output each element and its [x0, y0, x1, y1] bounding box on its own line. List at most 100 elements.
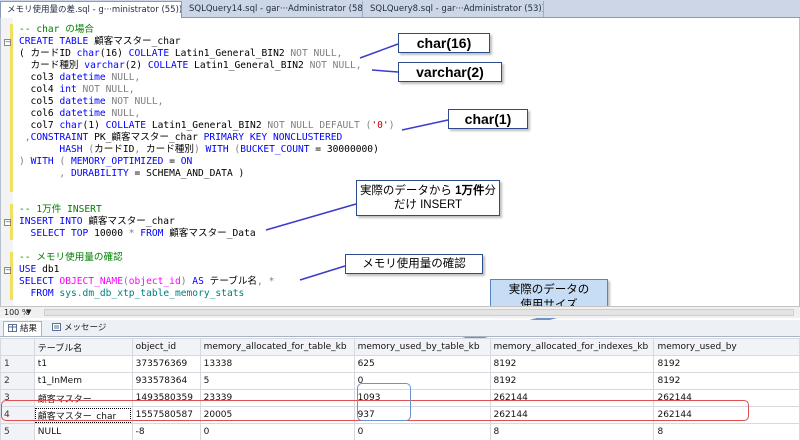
code-line: col7 char(1) COLLATE Latin1_General_BIN2…	[19, 120, 395, 132]
tab-messages[interactable]: メッセージ	[48, 321, 110, 336]
fold-toggle-icon[interactable]: −	[4, 267, 11, 274]
identifier: dm_db_xtp_table_memory_stats	[82, 288, 245, 299]
identifier: Latin1_General_BIN2	[188, 60, 310, 71]
punct: ,	[134, 108, 141, 119]
code-line: col5 datetime NOT NULL,	[19, 96, 164, 108]
tab-sqlquery14[interactable]: SQLQuery14.sql - gar···Administrator (58…	[183, 1, 363, 17]
column-header[interactable]: object_id	[131, 338, 201, 356]
keyword: char	[59, 120, 83, 131]
identifier: テーブル名	[203, 276, 258, 287]
table-cell[interactable]: 8	[489, 423, 655, 440]
grid-corner[interactable]	[0, 338, 35, 356]
table-cell[interactable]: NULL	[33, 423, 133, 440]
identifier: = 30000000)	[309, 144, 379, 155]
keyword: DURABILITY	[70, 168, 129, 179]
column-header[interactable]: テーブル名	[33, 338, 133, 356]
keyword: FROM	[19, 288, 54, 299]
punct: (	[359, 120, 372, 131]
row-number[interactable]: 2	[0, 372, 35, 390]
keyword: ON	[180, 156, 193, 167]
keyword: CREATE TABLE	[19, 36, 89, 47]
tab-sqlquery8[interactable]: SQLQuery8.sql - gar···Administrator (53)…	[364, 1, 544, 17]
table-cell[interactable]: 933578364	[131, 372, 201, 390]
table-cell[interactable]: t1	[33, 355, 133, 373]
comment: -- char の場合	[19, 24, 94, 35]
horizontal-scrollbar[interactable]	[44, 309, 794, 316]
keyword: NOT NULL	[309, 60, 356, 71]
table-cell[interactable]: 8192	[653, 372, 800, 390]
table-cell[interactable]: 8192	[489, 355, 655, 373]
table-cell[interactable]: 5	[199, 372, 355, 390]
identifier: col7	[19, 120, 60, 131]
identifier: col6	[19, 108, 60, 119]
row-number[interactable]: 5	[0, 423, 35, 440]
punct: ,	[355, 60, 362, 71]
keyword: char	[76, 48, 100, 59]
punct: ,	[157, 96, 164, 107]
punct: )	[193, 144, 206, 155]
table-cell[interactable]: 0	[199, 423, 355, 440]
code-line: , DURABILITY = SCHEMA_AND_DATA )	[19, 168, 244, 180]
punct: )	[180, 276, 193, 287]
row-number[interactable]: 1	[0, 355, 35, 373]
identifier: = SCHEMA_AND_DATA )	[128, 168, 245, 179]
code-line: USE db1	[19, 264, 59, 276]
identifier: 10000	[88, 228, 129, 239]
code-line: ,CONSTRAINT PK_顧客マスター_char PRIMARY KEY N…	[19, 132, 343, 144]
code-line: カード種別 varchar(2) COLLATE Latin1_General_…	[19, 60, 362, 72]
identifier: カード種別	[19, 60, 85, 71]
table-cell[interactable]: 0	[353, 423, 491, 440]
identifier: db1	[36, 264, 60, 275]
keyword: COLLATE	[105, 120, 147, 131]
column-header[interactable]: memory_used_by	[653, 338, 800, 356]
sql-code[interactable]: -- char の場合 CREATE TABLE 顧客マスター_char ( カ…	[19, 24, 439, 299]
document-tab-bar: メモリ使用量の差.sql - g···ministrator (55))*× S…	[0, 0, 800, 18]
tab-label: メモリ使用量の差.sql - g···ministrator (55))*	[7, 5, 182, 15]
callout-insert-note: 実際のデータから 1万件分 だけ INSERT	[356, 180, 500, 216]
editor-status-strip: 100 % ▼	[0, 306, 800, 318]
keyword: HASH	[19, 144, 83, 155]
fold-toggle-icon[interactable]: −	[4, 219, 11, 226]
keyword: datetime	[59, 96, 106, 107]
table-cell[interactable]: 8	[653, 423, 800, 440]
punct: ,	[134, 144, 147, 155]
identifier: 顧客マスター_char	[88, 36, 181, 47]
code-line: CREATE TABLE 顧客マスター_char	[19, 36, 181, 48]
chevron-down-icon[interactable]: ▼	[26, 307, 31, 318]
code-line: -- 1万件 INSERT	[19, 204, 102, 216]
code-line: SELECT TOP 10000 * FROM 顧客マスター_Data	[19, 228, 256, 240]
keyword: MEMORY_OPTIMIZED	[71, 156, 164, 167]
callout-line: だけ INSERT	[357, 198, 499, 212]
table-cell[interactable]: -8	[131, 423, 201, 440]
table-cell[interactable]: 373576369	[131, 355, 201, 373]
identifier: 顧客マスター_Data	[163, 228, 256, 239]
column-header[interactable]: memory_used_by_table_kb	[353, 338, 491, 356]
callout-text: char(16)	[416, 35, 472, 51]
table-cell[interactable]: 8192	[489, 372, 655, 390]
tab-memory-diff-sql[interactable]: メモリ使用量の差.sql - g···ministrator (55))*×	[0, 1, 182, 18]
callout-text: だけ INSERT	[393, 199, 463, 211]
punct: (	[82, 144, 95, 155]
column-header[interactable]: memory_allocated_for_indexes_kb	[489, 338, 655, 356]
keyword: SELECT	[19, 276, 54, 287]
table-cell[interactable]: 13338	[199, 355, 355, 373]
tab-results[interactable]: 結果	[3, 321, 43, 336]
fold-toggle-icon[interactable]: −	[4, 39, 11, 46]
table-row[interactable]: 5 NULL -8 0 0 8 8	[0, 423, 800, 440]
keyword: NULL	[111, 108, 135, 119]
column-header[interactable]: memory_allocated_for_table_kb	[199, 338, 355, 356]
identifier: col3	[19, 72, 60, 83]
results-tab-bar: 結果 メッセージ	[0, 320, 800, 337]
callout-line: 実際のデータから 1万件分	[357, 184, 499, 198]
callout-char16: char(16)	[398, 33, 490, 53]
table-row[interactable]: 1 t1 373576369 13338 625 8192 8192	[0, 355, 800, 373]
table-cell[interactable]: 8192	[653, 355, 800, 373]
callout-text: char(1)	[464, 111, 512, 127]
code-line: col6 datetime NULL,	[19, 108, 141, 120]
code-line: -- char の場合	[19, 24, 94, 36]
identifier: Latin1_General_BIN2	[146, 120, 268, 131]
table-cell[interactable]: 625	[353, 355, 491, 373]
keyword: INSERT INTO	[19, 216, 83, 227]
table-cell[interactable]: t1_InMem	[33, 372, 133, 390]
keyword: NOT NULL	[82, 84, 129, 95]
